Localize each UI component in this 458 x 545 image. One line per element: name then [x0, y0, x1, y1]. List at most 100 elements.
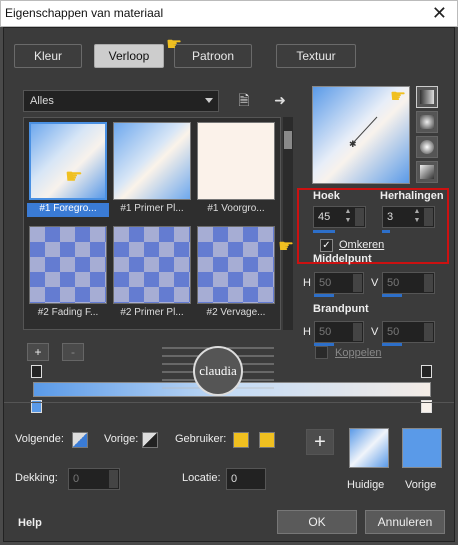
svg-text:✱: ✱ [349, 139, 357, 149]
window-title: Eigenschappen van materiaal [5, 6, 164, 20]
library-item[interactable]: #2 Vervage... [195, 224, 277, 324]
sunburst-gradient-icon [420, 140, 434, 154]
center-v-spinbox[interactable]: 50 [382, 272, 435, 294]
sunburst-style-button[interactable] [416, 136, 438, 158]
remove-gradient-button[interactable]: - [62, 343, 84, 361]
invert-label: Omkeren [339, 239, 385, 251]
material-properties-dialog: Kleur Verloop Patroon Textuur ☛ Alles 🗎 … [3, 27, 455, 542]
pointing-hand-icon: ☛ [278, 236, 295, 256]
linear-gradient-icon [420, 90, 434, 104]
opacity-value: 0 [73, 473, 80, 485]
focal-v-spinbox[interactable]: 50 [382, 321, 435, 343]
claudia-watermark: claudia [162, 346, 274, 396]
focal-v-label: V [371, 326, 379, 338]
library-item[interactable]: #2 Primer Pl... [111, 224, 193, 324]
ok-button[interactable]: OK [277, 510, 357, 534]
link-label: Koppelen [335, 347, 382, 359]
link-checkbox[interactable] [315, 346, 328, 359]
help-link[interactable]: Help [18, 517, 42, 529]
focal-h-spinbox[interactable]: 50 [314, 321, 364, 343]
spin-arrows-icon[interactable]: ▲ ▼ [412, 207, 422, 227]
opacity-spinbox[interactable]: 0 [68, 468, 120, 490]
user-color-swatch[interactable] [233, 432, 249, 448]
tab-patroon[interactable]: Patroon [174, 44, 252, 68]
chevron-down-icon[interactable] [109, 470, 118, 488]
user-color-swatch-2[interactable] [259, 432, 275, 448]
close-icon[interactable]: ✕ [432, 3, 447, 24]
prev-label: Vorige: [104, 433, 139, 445]
library-item-label: #2 Vervage... [206, 307, 266, 318]
repeats-slider[interactable] [382, 230, 390, 233]
chevron-down-icon[interactable] [353, 323, 362, 341]
tab-textuur[interactable]: Textuur [276, 44, 356, 68]
invert-checkbox[interactable]: ✓ [320, 239, 333, 252]
angle-slider[interactable] [313, 230, 335, 233]
tab-kleur[interactable]: Kleur [14, 44, 82, 68]
gradient-thumbnail [29, 226, 107, 304]
rectangular-style-button[interactable] [416, 111, 438, 133]
radial-style-button[interactable] [416, 161, 438, 183]
angle-value: 45 [318, 211, 331, 223]
focal-v-slider[interactable] [382, 343, 402, 346]
library-item-label: #2 Primer Pl... [120, 307, 184, 318]
pointing-hand-icon: ☛ [65, 166, 83, 188]
chevron-down-icon[interactable] [424, 208, 433, 226]
watermark-text: claudia [199, 363, 237, 378]
radial-gradient-icon [420, 165, 434, 179]
library-item-label: #1 Foregro... [27, 203, 109, 217]
category-value: Alles [30, 95, 54, 107]
gradient-thumbnail [197, 226, 275, 304]
angle-spinbox[interactable]: 45 ▲ ▼ [313, 206, 366, 228]
library-item[interactable]: ☛ #1 Foregro... [27, 120, 109, 220]
user-label: Gebruiker: [175, 433, 227, 445]
location-input[interactable]: 0 [226, 468, 266, 490]
scrollbar-thumb[interactable] [284, 131, 292, 149]
tab-bar: Kleur Verloop Patroon Textuur [14, 44, 446, 70]
repeats-label: Herhalingen [380, 190, 444, 202]
center-h-label: H [303, 277, 311, 289]
chevron-down-icon [205, 98, 213, 103]
gradient-thumbnail [197, 122, 275, 200]
library-scrollbar[interactable] [283, 117, 293, 330]
prev-color-swatch[interactable] [142, 432, 158, 448]
next-color-swatch[interactable] [72, 432, 88, 448]
chevron-down-icon[interactable] [355, 208, 364, 226]
library-item-label: #1 Voorgro... [207, 203, 265, 214]
center-h-spinbox[interactable]: 50 [314, 272, 364, 294]
library-item[interactable]: #1 Voorgro... [195, 120, 277, 220]
pointing-hand-icon: ☛ [390, 86, 407, 106]
spin-arrows-icon[interactable]: ▲ ▼ [343, 207, 353, 227]
location-value: 0 [231, 473, 238, 485]
next-label: Volgende: [15, 433, 64, 445]
repeats-value: 3 [387, 211, 394, 223]
linear-style-button[interactable] [416, 86, 438, 108]
chevron-down-icon[interactable] [424, 274, 433, 292]
divider [4, 402, 454, 403]
focal-v-value: 50 [387, 326, 400, 338]
focal-h-value: 50 [319, 326, 332, 338]
library-item[interactable]: #1 Primer Pl... [111, 120, 193, 220]
cancel-button[interactable]: Annuleren [365, 510, 445, 534]
pointing-hand-icon: ☛ [166, 34, 183, 54]
transparency-stop-right[interactable] [421, 365, 432, 378]
chevron-down-icon[interactable] [424, 323, 433, 341]
center-label: Middelpunt [313, 253, 372, 265]
center-h-slider[interactable] [314, 294, 334, 297]
previous-swatch[interactable] [402, 428, 442, 468]
focal-label: Brandpunt [313, 303, 369, 315]
chevron-down-icon[interactable] [353, 274, 362, 292]
library-item[interactable]: #2 Fading F... [27, 224, 109, 324]
add-stop-button[interactable]: + [306, 429, 334, 455]
add-gradient-button[interactable]: + [27, 343, 49, 361]
repeats-spinbox[interactable]: 3 ▲ ▼ [382, 206, 435, 228]
tab-verloop[interactable]: Verloop [94, 44, 164, 68]
location-label: Locatie: [182, 472, 221, 484]
transparency-stop-left[interactable] [31, 365, 42, 378]
rectangular-gradient-icon [420, 115, 434, 129]
resource-manager-icon[interactable]: 🗎 [236, 92, 252, 108]
center-v-slider[interactable] [382, 294, 402, 297]
center-v-label: V [371, 277, 379, 289]
arrow-right-icon[interactable]: ➜ [272, 92, 288, 108]
category-dropdown[interactable]: Alles [23, 90, 219, 112]
current-swatch[interactable] [349, 428, 389, 468]
